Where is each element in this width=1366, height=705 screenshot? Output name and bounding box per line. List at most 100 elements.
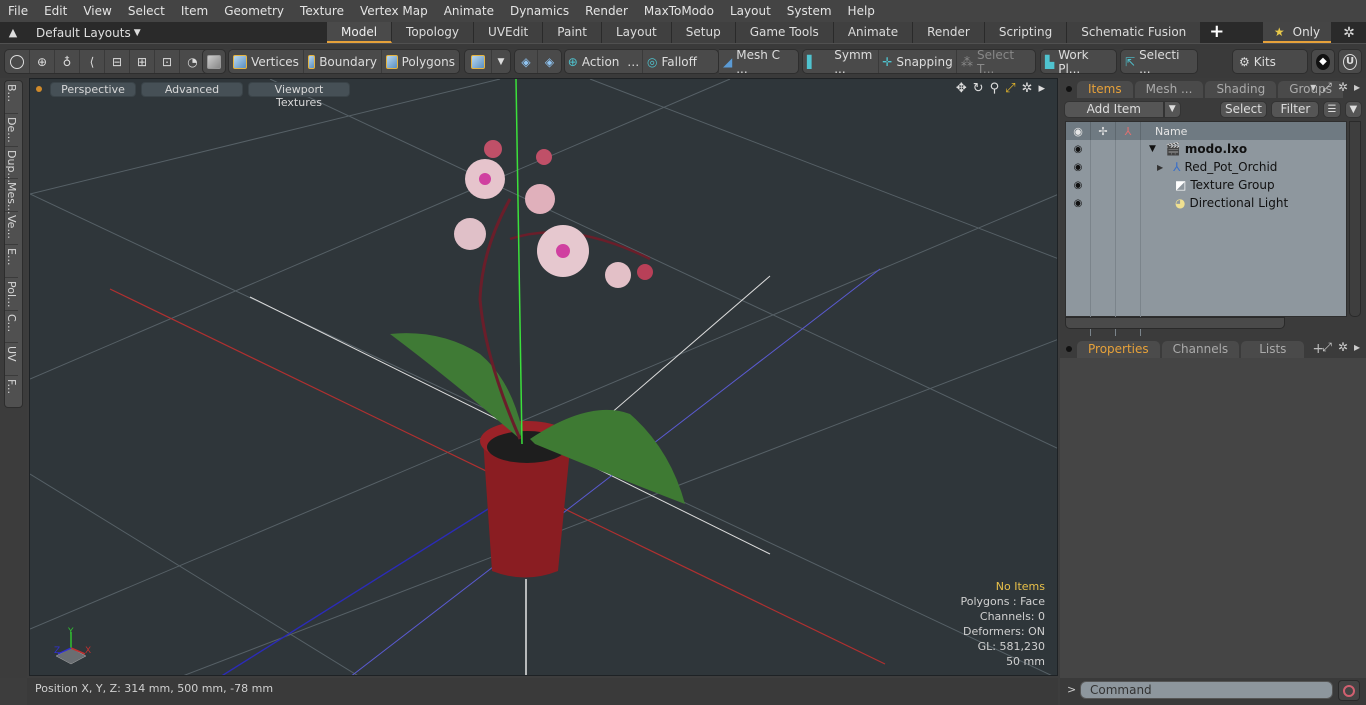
tab-layout[interactable]: Layout [601, 22, 672, 43]
cube-kit-button[interactable]: ◆ [1312, 50, 1334, 73]
add-tab-plus-icon[interactable]: + [1201, 22, 1232, 43]
mesh-constraints-button[interactable]: ◢ Mesh C ... [719, 50, 797, 73]
viewport-menu-arrow-icon[interactable]: ▸ [1038, 81, 1045, 96]
menu-render[interactable]: Render [577, 0, 636, 22]
vtab-uv[interactable]: UV [5, 343, 18, 377]
falloff-button[interactable]: ◎ Falloff [643, 50, 718, 73]
menu-view[interactable]: View [75, 0, 119, 22]
advanced-button[interactable]: Advanced [141, 81, 243, 97]
snapping-button[interactable]: ✛ Snapping [879, 50, 957, 73]
collapse-up-icon[interactable]: ▲ [0, 22, 26, 43]
panel-dot[interactable] [1066, 346, 1072, 352]
items-horizontal-scrollbar[interactable] [1065, 317, 1285, 329]
eye-icon[interactable]: ◉ [1066, 158, 1091, 176]
menu-help[interactable]: Help [840, 0, 883, 22]
tree-row-texture-group[interactable]: ◉ ◩ Texture Group [1066, 176, 1346, 194]
bezier-button[interactable]: ⟨ [80, 50, 105, 73]
loop-button[interactable]: ⊡ [155, 50, 180, 73]
move-view-icon[interactable]: ✥ [956, 81, 967, 96]
tab-properties[interactable]: Properties [1077, 341, 1160, 358]
tab-lists[interactable]: Lists [1241, 341, 1305, 358]
viewport-gear-icon[interactable]: ✲ [1022, 81, 1033, 96]
items-vertical-scrollbar[interactable] [1349, 121, 1361, 317]
tree-row-scene[interactable]: ◉ ▼ 🎬 modo.lxo [1066, 140, 1346, 158]
zoom-view-icon[interactable]: ⚲ [990, 81, 1000, 96]
tree-row-light[interactable]: ◉ ◕ Directional Light [1066, 194, 1346, 212]
collapsed-arrow-icon[interactable]: ▶ [1157, 163, 1163, 172]
select-button[interactable]: Select [1219, 100, 1268, 118]
work-plane-button[interactable]: ▙ Work Pl... [1041, 50, 1116, 73]
panel-menu-arrow-icon[interactable]: ▸ [1354, 80, 1360, 95]
menu-select[interactable]: Select [120, 0, 173, 22]
expand-icon[interactable]: ⤢ [1322, 80, 1332, 95]
command-input[interactable]: Command [1080, 681, 1333, 699]
vtab-fusion[interactable]: F... [5, 376, 18, 409]
tab-scripting[interactable]: Scripting [984, 22, 1068, 43]
lock-cell[interactable] [1091, 176, 1116, 194]
record-macro-button[interactable] [1338, 680, 1360, 701]
material-mode-button[interactable] [465, 50, 492, 73]
locator-column-icon[interactable]: ⅄ [1116, 122, 1141, 140]
cross-button[interactable]: ⊞ [130, 50, 155, 73]
menu-vertex-map[interactable]: Vertex Map [352, 0, 436, 22]
menu-item[interactable]: Item [173, 0, 216, 22]
menu-layout[interactable]: Layout [722, 0, 779, 22]
locator-cell[interactable] [1116, 194, 1141, 212]
filter-button[interactable]: Filter [1271, 100, 1320, 118]
chevron-down-icon[interactable]: ▾ [1310, 80, 1316, 95]
menu-edit[interactable]: Edit [36, 0, 75, 22]
vertices-button[interactable]: Vertices [229, 50, 304, 73]
tab-mesh[interactable]: Mesh ... [1134, 81, 1204, 98]
viewport-textures-button[interactable]: Viewport Textures [248, 81, 350, 109]
material-dropdown[interactable]: ▼ [492, 50, 510, 73]
panel-menu-arrow-icon[interactable]: ▸ [1354, 340, 1360, 355]
panel-dot[interactable] [1066, 86, 1072, 92]
menu-dynamics[interactable]: Dynamics [502, 0, 577, 22]
vtab-basic[interactable]: B... [5, 81, 18, 114]
symmetry-button[interactable]: ▌ Symm ... [803, 50, 879, 73]
gear-icon[interactable]: ✲ [1338, 22, 1360, 43]
tab-render[interactable]: Render [913, 22, 985, 43]
menu-animate[interactable]: Animate [436, 0, 502, 22]
tab-uvedit[interactable]: UVEdit [474, 22, 544, 43]
layouts-selector[interactable]: ▲ Default Layouts ▼ [0, 22, 141, 43]
vtab-duplicate[interactable]: Dup... [5, 147, 18, 183]
vtab-mesh-edit[interactable]: Mes... [5, 179, 18, 215]
filter-funnel-icon[interactable]: ▼ [1344, 100, 1362, 118]
expand-arrow-icon[interactable]: ▼ [1149, 144, 1156, 154]
list-options-icon[interactable]: ☰ [1323, 100, 1341, 118]
kits-button[interactable]: ⚙ Kits [1233, 50, 1307, 73]
eye-icon[interactable]: ◉ [1066, 140, 1091, 158]
name-column-header[interactable]: Name [1141, 122, 1346, 140]
menu-system[interactable]: System [779, 0, 840, 22]
gear-icon[interactable]: ✲ [1338, 80, 1348, 95]
tab-topology[interactable]: Topology [392, 22, 475, 43]
gear-icon[interactable]: ✲ [1338, 340, 1348, 355]
tab-shading[interactable]: Shading [1205, 81, 1277, 98]
tab-paint[interactable]: Paint [543, 22, 602, 43]
locator-cell[interactable] [1116, 158, 1141, 176]
perspective-button[interactable]: Perspective [50, 81, 136, 97]
vtab-edge[interactable]: E... [5, 245, 18, 278]
menu-texture[interactable]: Texture [292, 0, 352, 22]
align-button[interactable]: ⊟ [105, 50, 130, 73]
vtab-polygon[interactable]: Pol... [5, 278, 18, 311]
center-button[interactable]: ◈ [538, 50, 561, 73]
vtab-curve[interactable]: C... [5, 311, 18, 344]
circle-select-button[interactable] [5, 50, 30, 73]
tree-row-mesh[interactable]: ◉ ▶ ⅄ Red_Pot_Orchid [1066, 158, 1346, 176]
action-center-button[interactable]: ⊕ Action … [565, 50, 643, 73]
menu-file[interactable]: File [0, 0, 36, 22]
3d-viewport[interactable]: Y X Z Perspective Advanced Viewport Text… [29, 78, 1058, 676]
lock-cell[interactable] [1091, 194, 1116, 212]
rotate-view-icon[interactable]: ↻ [973, 81, 984, 96]
tab-channels[interactable]: Channels [1161, 341, 1240, 358]
pen-button[interactable]: ♁ [55, 50, 80, 73]
tab-schematic-fusion[interactable]: Schematic Fusion [1067, 22, 1202, 43]
vtab-deform[interactable]: De... [5, 114, 18, 147]
item-mode-button[interactable] [203, 50, 225, 73]
locator-cell[interactable] [1116, 176, 1141, 194]
lock-cell[interactable] [1091, 158, 1116, 176]
add-item-dropdown[interactable]: ▼ [1163, 100, 1181, 118]
selection-sets-button[interactable]: ⇱ Selecti ... [1121, 50, 1197, 73]
